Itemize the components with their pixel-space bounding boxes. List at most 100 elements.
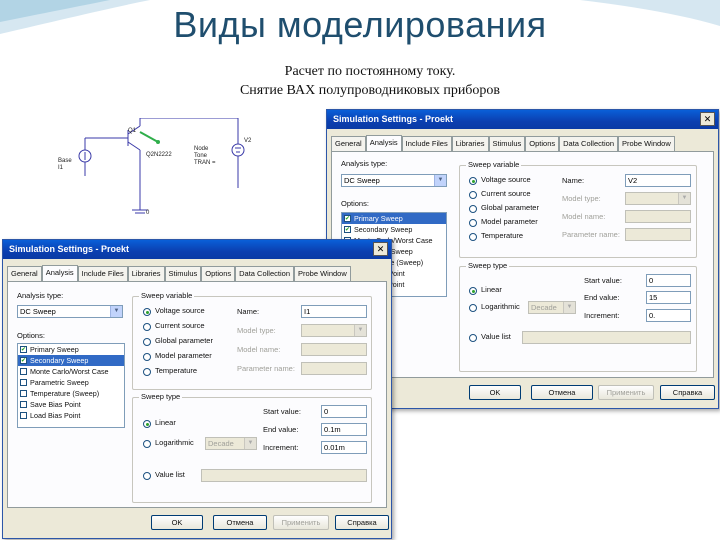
tab-probe-window[interactable]: Probe Window [617, 136, 675, 151]
tab-options[interactable]: Options [201, 266, 236, 281]
checkbox-icon[interactable] [20, 379, 27, 386]
sweep-name-input[interactable]: V2 [625, 174, 691, 187]
radio-voltage-source[interactable] [469, 177, 477, 185]
global-parameter-label: Global parameter [155, 336, 213, 345]
option-monte-carlo[interactable]: Monte Carlo/Worst Case [18, 366, 124, 377]
radio-value-list[interactable] [469, 334, 477, 342]
sweep-variable-title: Sweep variable [466, 160, 522, 170]
radio-logarithmic[interactable] [143, 440, 151, 448]
radio-linear[interactable] [469, 287, 477, 295]
dialog-title-bar[interactable]: Simulation Settings - Proekt ✕ [3, 240, 391, 259]
checkbox-icon[interactable] [20, 390, 27, 397]
close-button[interactable]: ✕ [373, 242, 388, 256]
apply-button[interactable]: Применить [598, 385, 654, 400]
option-secondary-sweep[interactable]: ✔ Secondary Sweep [342, 224, 446, 235]
chevron-down-icon: ▼ [354, 325, 366, 336]
log-scale-select[interactable]: Decade ▼ [528, 301, 576, 314]
tab-probe-window[interactable]: Probe Window [293, 266, 351, 281]
schematic-drawing [78, 117, 245, 214]
model-name-input[interactable] [625, 210, 691, 223]
option-primary-sweep[interactable]: ✔ Primary Sweep [342, 213, 446, 224]
model-name-label: Model name: [237, 345, 281, 354]
close-button[interactable]: ✕ [700, 112, 715, 126]
checkbox-checked-icon[interactable]: ✔ [344, 215, 351, 222]
chevron-down-icon: ▼ [434, 175, 446, 186]
end-value-input[interactable]: 15 [646, 291, 691, 304]
radio-model-parameter[interactable] [469, 219, 477, 227]
help-button[interactable]: Справка [660, 385, 715, 400]
model-type-select[interactable]: ▼ [301, 324, 367, 337]
radio-current-source[interactable] [143, 323, 151, 331]
tab-data-collection[interactable]: Data Collection [559, 136, 618, 151]
tab-data-collection[interactable]: Data Collection [235, 266, 294, 281]
sweep-variable-group: Sweep variable Voltage source Current so… [459, 160, 697, 258]
radio-current-source[interactable] [469, 191, 477, 199]
checkbox-checked-icon[interactable]: ✔ [20, 346, 27, 353]
start-value-label: Start value: [263, 407, 301, 416]
tab-include-files[interactable]: Include Files [77, 266, 128, 281]
checkbox-icon[interactable] [20, 401, 27, 408]
parameter-name-label: Parameter name: [562, 230, 620, 239]
tab-analysis[interactable]: Analysis [365, 135, 402, 151]
radio-linear[interactable] [143, 420, 151, 428]
parameter-name-input[interactable] [301, 362, 367, 375]
parameter-name-label: Parameter name: [237, 364, 295, 373]
end-value-input[interactable]: 0.1m [321, 423, 367, 436]
tab-analysis[interactable]: Analysis [41, 265, 78, 281]
checkbox-checked-icon[interactable]: ✔ [20, 357, 27, 364]
sweep-name-input[interactable]: I1 [301, 305, 367, 318]
increment-input[interactable]: 0.01m [321, 441, 367, 454]
analysis-type-select[interactable]: DC Sweep ▼ [17, 305, 123, 318]
checkbox-icon[interactable] [20, 412, 27, 419]
option-parametric-sweep[interactable]: Parametric Sweep [18, 377, 124, 388]
dialog-title-bar[interactable]: Simulation Settings - Proekt ✕ [327, 110, 718, 129]
radio-global-parameter[interactable] [469, 205, 477, 213]
option-load-bias-point[interactable]: Load Bias Point [18, 410, 124, 421]
analysis-type-select[interactable]: DC Sweep ▼ [341, 174, 447, 187]
tab-stimulus[interactable]: Stimulus [164, 266, 202, 281]
radio-global-parameter[interactable] [143, 338, 151, 346]
help-button[interactable]: Справка [335, 515, 389, 530]
radio-voltage-source[interactable] [143, 308, 151, 316]
value-list-input[interactable] [522, 331, 691, 344]
options-list[interactable]: ✔ Primary Sweep ✔ Secondary Sweep Monte Ca… [17, 343, 125, 428]
option-temperature-sweep[interactable]: Temperature (Sweep) [18, 388, 124, 399]
tab-libraries[interactable]: Libraries [127, 266, 165, 281]
cancel-button[interactable]: Отмена [213, 515, 267, 530]
checkbox-icon[interactable] [20, 368, 27, 375]
log-scale-select[interactable]: Decade ▼ [205, 437, 257, 450]
model-name-input[interactable] [301, 343, 367, 356]
radio-logarithmic[interactable] [469, 304, 477, 312]
option-save-bias-point[interactable]: Save Bias Point [18, 399, 124, 410]
radio-temperature[interactable] [469, 233, 477, 241]
option-primary-sweep[interactable]: ✔ Primary Sweep [18, 344, 124, 355]
cancel-button[interactable]: Отмена [531, 385, 593, 400]
tab-options[interactable]: Options [525, 136, 560, 151]
tab-libraries[interactable]: Libraries [451, 136, 489, 151]
option-secondary-sweep[interactable]: ✔ Secondary Sweep [18, 355, 124, 366]
parameter-name-input[interactable] [625, 228, 691, 241]
ok-button[interactable]: OK [151, 515, 203, 530]
value-list-input[interactable] [201, 469, 367, 482]
analysis-type-label: Analysis type: [341, 159, 388, 168]
name-label: Name: [562, 176, 585, 185]
tab-stimulus[interactable]: Stimulus [488, 136, 526, 151]
ok-button[interactable]: OK [469, 385, 521, 400]
checkbox-checked-icon[interactable]: ✔ [344, 226, 351, 233]
tab-general[interactable]: General [331, 136, 366, 151]
current-source-label: Current source [155, 321, 205, 330]
increment-label: Increment: [584, 311, 620, 320]
subtitle-line-1: Расчет по постоянному току. [284, 64, 456, 79]
analysis-type-value: DC Sweep [344, 176, 380, 185]
tab-include-files[interactable]: Include Files [401, 136, 452, 151]
increment-input[interactable]: 0. [646, 309, 691, 322]
tab-general[interactable]: General [7, 266, 42, 281]
radio-temperature[interactable] [143, 368, 151, 376]
linear-label: Linear [481, 285, 502, 294]
radio-model-parameter[interactable] [143, 353, 151, 361]
radio-value-list[interactable] [143, 472, 151, 480]
model-type-select[interactable]: ▼ [625, 192, 691, 205]
start-value-input[interactable]: 0 [321, 405, 367, 418]
start-value-input[interactable]: 0 [646, 274, 691, 287]
apply-button[interactable]: Применить [273, 515, 329, 530]
